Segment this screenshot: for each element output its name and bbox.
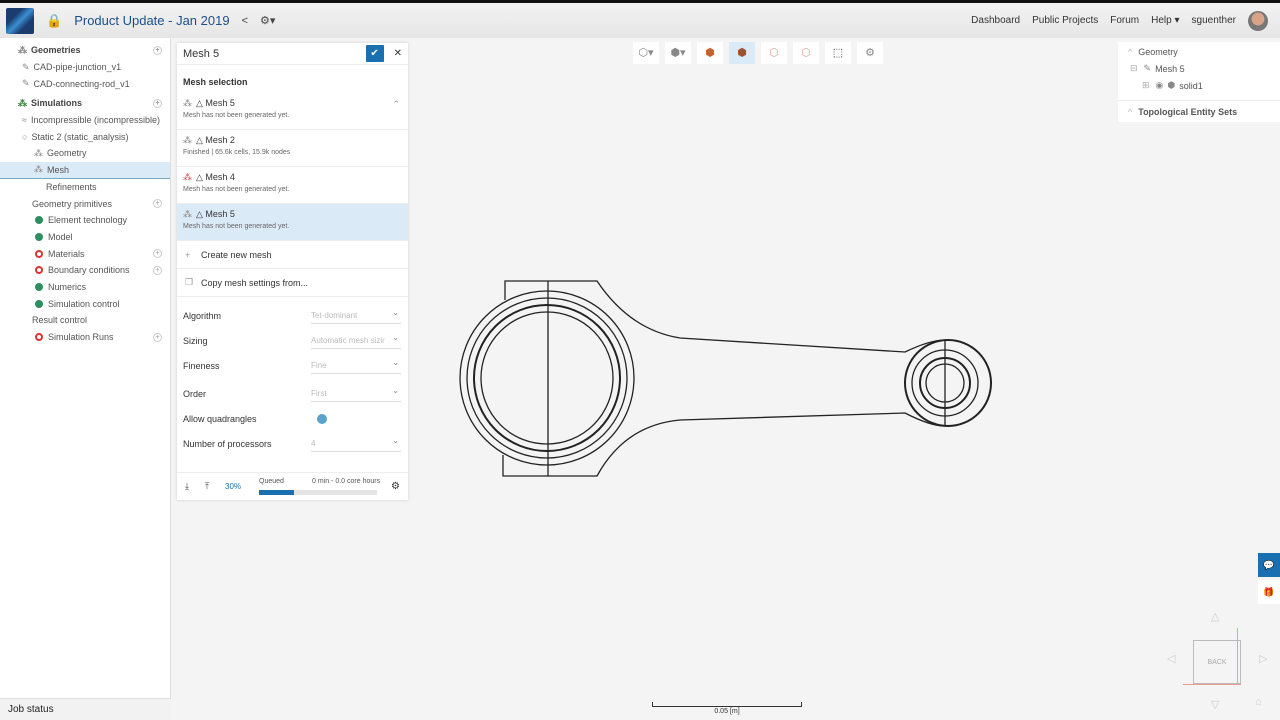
home-icon[interactable]: ⌂ (1255, 696, 1262, 708)
chat-button[interactable]: 💬 (1258, 553, 1280, 577)
gift-button[interactable]: 🎁 (1258, 580, 1280, 604)
rotate-right-icon[interactable]: ▷ (1259, 652, 1267, 665)
connecting-rod-model[interactable] (0, 0, 1280, 720)
big-end-ring (466, 297, 628, 459)
rotate-down-icon[interactable]: ▽ (1211, 698, 1219, 711)
view-cube[interactable]: △ ◁ ▷ ▽ ⌂ BACK (1165, 610, 1275, 715)
big-end-outer (459, 290, 635, 466)
rotate-up-icon[interactable]: △ (1211, 610, 1219, 623)
view-cube-face[interactable]: BACK (1193, 640, 1241, 684)
scale-bar: 0.05 [m] (652, 702, 802, 715)
big-end-bore (480, 311, 614, 445)
big-end-bearing (473, 304, 621, 452)
rotate-left-icon[interactable]: ◁ (1167, 652, 1175, 665)
y-axis (1237, 628, 1238, 684)
x-axis (1183, 684, 1241, 685)
